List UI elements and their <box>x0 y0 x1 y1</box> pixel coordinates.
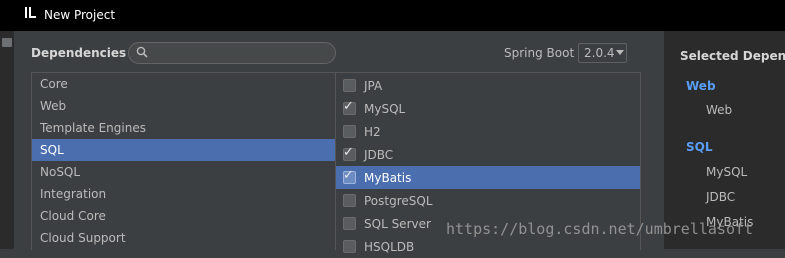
option-label: HSQLDB <box>364 240 415 254</box>
dependencies-label: Dependencies <box>31 46 127 60</box>
option-h2[interactable]: H2 <box>336 120 640 143</box>
category-item-web[interactable]: Web <box>32 95 335 117</box>
category-item-sql[interactable]: SQL <box>32 139 335 161</box>
option-jpa[interactable]: JPA <box>336 74 640 97</box>
option-label: SQL Server <box>364 217 431 231</box>
spring-boot-version-select[interactable]: 2.0.4 <box>578 43 627 63</box>
spring-boot-label: Spring Boot <box>504 46 575 60</box>
category-item-integration[interactable]: Integration <box>32 183 335 205</box>
category-item-nosql[interactable]: NoSQL <box>32 161 335 183</box>
checkbox-checked[interactable]: ✓ <box>343 145 356 161</box>
checkbox-unchecked[interactable] <box>343 125 356 138</box>
selected-dependencies-title: Selected Dependencies <box>680 49 785 63</box>
chevron-down-icon <box>616 50 624 55</box>
category-label: Cloud Support <box>40 231 126 245</box>
category-label: SQL <box>40 143 64 157</box>
intellij-logo-icon <box>25 7 36 18</box>
option-mysql[interactable]: ✓ MySQL <box>336 97 640 120</box>
search-icon <box>136 46 148 58</box>
checkbox-unchecked[interactable] <box>343 217 356 230</box>
option-label: MyBatis <box>364 171 412 185</box>
category-item-cloud-core[interactable]: Cloud Core <box>32 205 335 227</box>
checkbox-checked[interactable]: ✓ <box>343 99 356 115</box>
option-label: PostgreSQL <box>364 194 433 208</box>
option-label: JDBC <box>364 148 394 162</box>
category-label: NoSQL <box>40 165 81 179</box>
option-label: H2 <box>364 125 381 139</box>
category-item-core[interactable]: Core <box>32 73 335 95</box>
checkbox-checked[interactable]: ✓ <box>343 168 356 184</box>
option-mybatis[interactable]: ✓ MyBatis <box>336 166 640 189</box>
checkbox-unchecked[interactable] <box>343 79 356 92</box>
option-label: JPA <box>364 79 383 93</box>
selected-item-mysql[interactable]: MySQL <box>706 165 747 179</box>
option-label: MySQL <box>364 102 406 116</box>
category-label: Template Engines <box>40 121 146 135</box>
option-jdbc[interactable]: ✓ JDBC <box>336 143 640 166</box>
category-item-template-engines[interactable]: Template Engines <box>32 117 335 139</box>
spring-boot-version-value: 2.0.4 <box>584 46 615 60</box>
checkbox-unchecked[interactable] <box>343 194 356 207</box>
selected-item-web[interactable]: Web <box>706 103 732 117</box>
category-label: Integration <box>40 187 107 201</box>
checkbox-unchecked[interactable] <box>343 240 356 253</box>
selected-group-web: Web <box>686 79 716 93</box>
folder-icon[interactable] <box>2 38 12 47</box>
checkmark-icon: ✓ <box>343 168 354 183</box>
checkmark-icon: ✓ <box>343 145 354 160</box>
search-input[interactable] <box>128 42 336 64</box>
title-bar: New Project <box>0 0 785 31</box>
selected-item-jdbc[interactable]: JDBC <box>706 190 735 204</box>
checkmark-icon: ✓ <box>343 99 354 114</box>
category-label: Core <box>40 77 68 91</box>
project-side-strip <box>0 31 14 249</box>
selected-group-sql: SQL <box>686 140 713 154</box>
window-title: New Project <box>44 8 116 22</box>
watermark-text: https://blog.csdn.net/umbrellasoft <box>446 220 754 238</box>
category-label: Cloud Core <box>40 209 106 223</box>
category-item-cloud-support[interactable]: Cloud Support <box>32 227 335 249</box>
category-list: Core Web Template Engines SQL NoSQL Inte… <box>31 72 336 250</box>
option-postgresql[interactable]: PostgreSQL <box>336 189 640 212</box>
option-hsqldb[interactable]: HSQLDB <box>336 235 640 258</box>
category-label: Web <box>40 99 67 113</box>
